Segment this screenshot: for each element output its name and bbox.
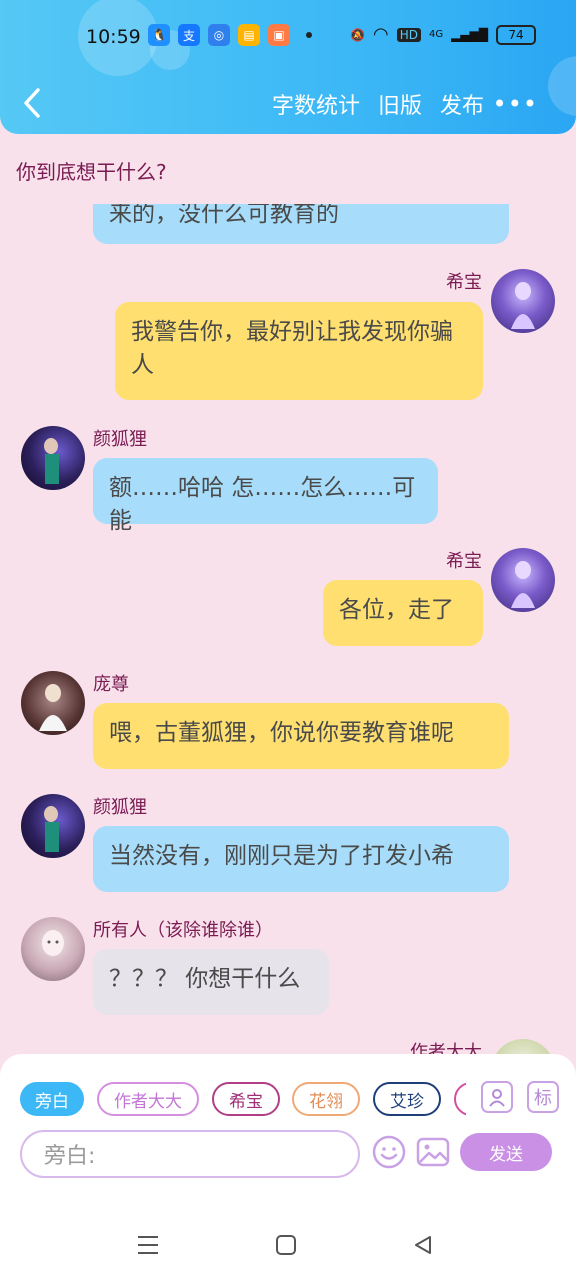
avatar-figure-icon: [44, 438, 59, 484]
message-text: 喂，古董狐狸，你说你要教育谁呢: [109, 720, 454, 746]
avatar[interactable]: [21, 794, 85, 858]
message-text: 各位，走了: [339, 597, 454, 623]
signal-icon: ▂▄▆█: [451, 27, 488, 42]
old-version-button[interactable]: 旧版: [378, 88, 422, 120]
message-bubble[interactable]: 我警告你，最好别让我发现你骗人: [115, 302, 483, 400]
composer-panel: 旁白 作者大大 希宝 花翎 艾珍 标 旁白: 发送: [0, 1054, 576, 1210]
message-text: ？？？ 你想干什么: [109, 966, 301, 992]
nav-back-icon[interactable]: [412, 1234, 434, 1256]
image-icon[interactable]: [415, 1134, 451, 1170]
message-text: 额……哈哈 怎……怎么……可能: [109, 475, 416, 534]
qq-icon: 🐧: [148, 24, 170, 46]
message-text: 当然没有，刚刚只是为了打发小希: [109, 843, 454, 869]
status-time: 10:59: [86, 26, 141, 48]
character-manage-icon[interactable]: [481, 1081, 513, 1113]
battery-level: 74: [508, 27, 524, 42]
browser-icon: ◎: [208, 24, 230, 46]
speaker-name: 颜狐狸: [93, 429, 147, 450]
system-navigation-bar: [0, 1210, 576, 1280]
top-header: 10:59 🐧 支 ◎ ▤ ▣ 🔕 ◠ HD 4G ▂▄▆█ 74 字数统计 旧…: [0, 0, 576, 134]
nav-actions: 字数统计 旧版 发布: [272, 88, 484, 120]
menu-icon[interactable]: [136, 1234, 160, 1256]
avatar-figure-icon: [44, 806, 59, 852]
hd-icon: HD: [396, 27, 421, 42]
message-bubble[interactable]: 各位，走了: [323, 580, 483, 646]
avatar[interactable]: [491, 1039, 555, 1054]
role-chip-xibao[interactable]: 希宝: [212, 1082, 280, 1116]
avatar-figure-icon: [511, 282, 535, 329]
speaker-name: 作者大大: [410, 1042, 482, 1054]
avatar[interactable]: [21, 671, 85, 735]
avatar[interactable]: [21, 917, 85, 981]
message-text: 我警告你，最好别让我发现你骗人: [131, 319, 453, 378]
wifi-icon: ◠: [372, 24, 389, 45]
alipay-icon: 支: [178, 24, 200, 46]
person-icon: [489, 1089, 505, 1107]
tag-button[interactable]: 标: [527, 1081, 559, 1113]
message-text: 来的，没什么可教育的: [109, 204, 339, 227]
more-icon[interactable]: •••: [493, 90, 538, 118]
mute-icon: 🔕: [350, 27, 365, 42]
emoji-icon[interactable]: [371, 1134, 407, 1170]
avatar[interactable]: [491, 269, 555, 333]
word-count-button[interactable]: 字数统计: [272, 88, 360, 120]
book-icon: ▣: [268, 24, 290, 46]
narration-text: 你到底想干什么?: [16, 160, 167, 184]
message-bubble[interactable]: 当然没有，刚刚只是为了打发小希: [93, 826, 509, 892]
role-chip-hualing[interactable]: 花翎: [292, 1082, 360, 1116]
role-chip-aizhen[interactable]: 艾珍: [373, 1082, 441, 1116]
avatar-figure-icon: [42, 930, 64, 956]
speaker-name: 庞尊: [93, 674, 129, 695]
wallet-icon: ▤: [238, 24, 260, 46]
speaker-name: 所有人（该除谁除谁）: [93, 920, 273, 941]
message-input[interactable]: 旁白:: [20, 1130, 360, 1178]
avatar-figure-icon: [511, 561, 535, 608]
more-notifications-icon: [306, 32, 312, 38]
chat-list[interactable]: 来的，没什么可教育的 希宝 我警告你，最好别让我发现你骗人 颜狐狸 额……哈哈 …: [0, 204, 576, 1054]
nav-bar: 字数统计 旧版 发布 •••: [0, 80, 576, 128]
message-bubble[interactable]: ？？？ 你想干什么: [93, 949, 329, 1015]
system-status: 🔕 ◠ HD 4G ▂▄▆█ 74: [350, 24, 536, 45]
role-chip-more[interactable]: [454, 1082, 466, 1116]
role-selector: 旁白 作者大大 希宝 花翎 艾珍: [20, 1082, 466, 1116]
role-chip-narration[interactable]: 旁白: [20, 1082, 84, 1116]
send-button[interactable]: 发送: [460, 1133, 552, 1171]
notification-icons: 🐧 支 ◎ ▤ ▣: [148, 24, 312, 46]
speaker-name: 希宝: [446, 272, 482, 293]
role-chip-author[interactable]: 作者大大: [97, 1082, 199, 1116]
battery-icon: 74: [496, 24, 536, 45]
message-bubble[interactable]: 来的，没什么可教育的: [93, 204, 509, 244]
speaker-name: 颜狐狸: [93, 797, 147, 818]
network-label: 4G: [428, 29, 444, 40]
status-bar: 10:59 🐧 支 ◎ ▤ ▣ 🔕 ◠ HD 4G ▂▄▆█ 74: [0, 18, 576, 58]
avatar-figure-icon: [39, 684, 67, 731]
avatar[interactable]: [21, 426, 85, 490]
message-bubble[interactable]: 喂，古董狐狸，你说你要教育谁呢: [93, 703, 509, 769]
message-bubble[interactable]: 额……哈哈 怎……怎么……可能: [93, 458, 438, 534]
avatar[interactable]: [491, 548, 555, 612]
speaker-name: 希宝: [446, 551, 482, 572]
publish-button[interactable]: 发布: [440, 88, 484, 120]
home-icon[interactable]: [275, 1234, 297, 1256]
back-icon[interactable]: [18, 86, 48, 120]
